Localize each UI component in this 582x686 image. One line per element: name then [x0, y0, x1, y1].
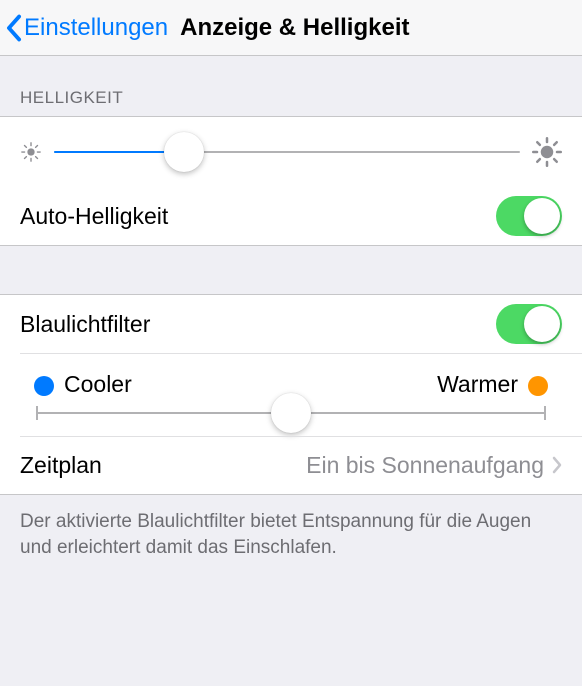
- dot-blue-icon: [34, 376, 54, 396]
- cooler-label-group: Cooler: [34, 371, 132, 398]
- footer-text: Der aktivierte Blaulichtfilter bietet En…: [0, 495, 582, 574]
- back-button[interactable]: Einstellungen: [6, 14, 168, 42]
- brightness-slider-row: [0, 117, 582, 187]
- schedule-label: Zeitplan: [20, 452, 102, 479]
- color-temp-row: Cooler Warmer: [0, 353, 582, 436]
- nightshift-label: Blaulichtfilter: [20, 311, 150, 338]
- navbar: Einstellungen Anzeige & Helligkeit: [0, 0, 582, 56]
- nightshift-toggle[interactable]: [496, 304, 562, 344]
- schedule-value: Ein bis Sonnenaufgang: [306, 452, 544, 479]
- dot-orange-icon: [528, 376, 548, 396]
- brightness-slider-thumb[interactable]: [164, 132, 204, 172]
- chevron-right-icon: [552, 456, 562, 474]
- nightshift-group: Blaulichtfilter Cooler Warmer Zeitplan E…: [0, 294, 582, 495]
- page-title: Anzeige & Helligkeit: [180, 14, 409, 42]
- color-temp-slider-thumb[interactable]: [271, 393, 311, 433]
- brightness-group: Auto-Helligkeit: [0, 116, 582, 246]
- warmer-label: Warmer: [437, 371, 518, 397]
- warmer-label-group: Warmer: [437, 371, 548, 398]
- brightness-slider[interactable]: [54, 151, 520, 153]
- section-header-brightness: HELLIGKEIT: [0, 56, 582, 116]
- sun-high-icon: [532, 137, 562, 167]
- auto-brightness-toggle[interactable]: [496, 196, 562, 236]
- schedule-row[interactable]: Zeitplan Ein bis Sonnenaufgang: [0, 436, 582, 494]
- sun-low-icon: [20, 141, 42, 163]
- cooler-label: Cooler: [64, 371, 132, 397]
- auto-brightness-label: Auto-Helligkeit: [20, 203, 168, 230]
- auto-brightness-row: Auto-Helligkeit: [0, 187, 582, 245]
- back-label: Einstellungen: [24, 14, 168, 42]
- nightshift-row: Blaulichtfilter: [0, 295, 582, 353]
- color-temp-slider[interactable]: [36, 412, 546, 414]
- chevron-left-icon: [6, 14, 22, 42]
